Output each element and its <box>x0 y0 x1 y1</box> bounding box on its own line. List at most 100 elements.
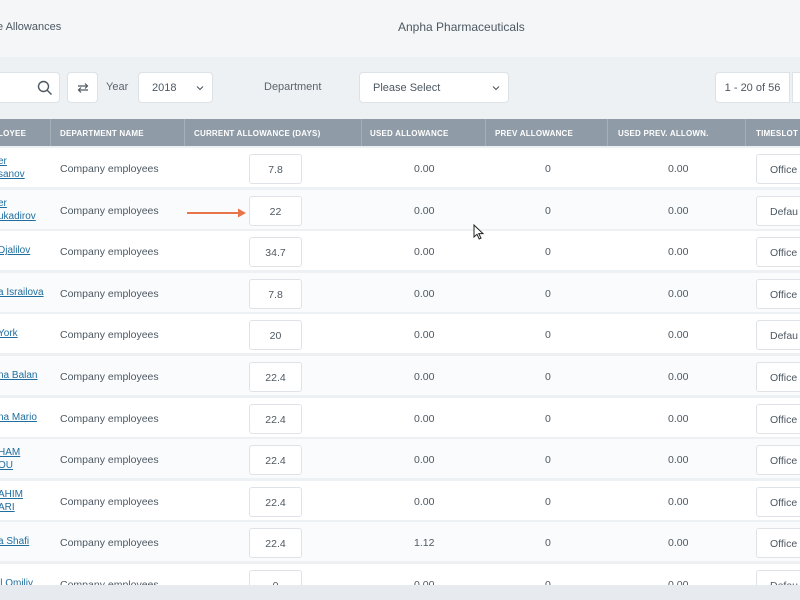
employee-name-link[interactable]: na Balan <box>0 369 37 382</box>
used-prev-allowance-cell: 0.00 <box>668 163 689 175</box>
prev-allowance-cell: 0 <box>545 246 551 259</box>
employee-name-link[interactable]: a Israilova <box>0 286 44 299</box>
timeslot-select[interactable]: Office <box>756 403 800 434</box>
timeslot-select[interactable]: Office <box>756 237 800 268</box>
table-row: York Company employees 20 0.00 0 0.00 Defau <box>0 314 800 354</box>
used-allowance-cell: 0.00 <box>414 204 435 217</box>
current-allowance-input[interactable]: 20 <box>249 320 302 351</box>
table-row: na Balan Company employees 22.4 0.00 0 0.00 Of… <box>0 356 800 395</box>
used-prev-allowance-cell: 0.00 <box>668 371 689 383</box>
column-divider <box>745 119 746 146</box>
table-row: a Shafi Company employees 22.4 1.12 0 0.00 Off… <box>0 522 800 562</box>
department-placeholder: Please Select <box>373 82 441 94</box>
current-allowance-input[interactable]: 22.4 <box>249 445 302 476</box>
refresh-button[interactable] <box>67 72 98 103</box>
employee-name-link[interactable]: AHIM <box>0 488 23 501</box>
used-prev-allowance-cell: 0.00 <box>668 204 689 217</box>
table-header: LOYEE DEPARTMENT NAME CURRENT ALLOWANCE … <box>0 119 800 146</box>
employee-name-link[interactable]: er <box>0 155 7 168</box>
employee-name-link[interactable]: il Omiliy <box>0 577 33 585</box>
current-allowance-input[interactable]: 22.4 <box>249 362 302 392</box>
used-allowance-cell: 0.00 <box>414 287 435 300</box>
department-label: Department <box>264 81 322 93</box>
col-used-prev[interactable]: USED PREV. ALLOWN. <box>618 119 709 146</box>
prev-allowance-cell: 0 <box>545 412 551 425</box>
prev-allowance-cell: 0 <box>545 163 551 175</box>
prev-allowance-cell: 0 <box>545 371 551 383</box>
used-prev-allowance-cell: 0.00 <box>668 246 689 259</box>
chevron-down-icon <box>492 86 500 91</box>
department-cell: Company employees <box>60 287 159 300</box>
pagination-next-button[interactable] <box>792 72 800 103</box>
col-used-allowance[interactable]: USED ALLOWANCE <box>370 119 449 146</box>
timeslot-select[interactable]: Office <box>756 154 800 184</box>
employee-name-link[interactable]: ukadirov <box>0 210 36 223</box>
year-value: 2018 <box>152 82 177 94</box>
employee-name-link[interactable]: sanov <box>0 168 25 181</box>
bottom-strip <box>0 585 800 600</box>
department-cell: Company employees <box>60 454 159 467</box>
used-prev-allowance-cell: 0.00 <box>668 287 689 300</box>
top-bar: e Allowances Anpha Pharmaceuticals <box>0 0 800 57</box>
current-allowance-input[interactable]: 22.4 <box>249 403 302 434</box>
department-cell: Company employees <box>60 204 159 217</box>
timeslot-select[interactable]: Office <box>756 486 800 517</box>
year-select[interactable]: 2018 <box>138 72 213 103</box>
table-row: Djalilov Company employees 34.7 0.00 0 0.00 Of… <box>0 231 800 271</box>
page-title: e Allowances <box>0 21 62 33</box>
current-allowance-input[interactable]: 7.8 <box>249 154 302 184</box>
table-row: na Mario Company employees 22.4 0.00 0 0.00 Of… <box>0 397 800 437</box>
department-cell: Company employees <box>60 163 159 175</box>
col-current-allowance[interactable]: CURRENT ALLOWANCE (DAYS) <box>194 119 320 146</box>
used-prev-allowance-cell: 0.00 <box>668 412 689 425</box>
timeslot-select[interactable]: Office <box>756 278 800 309</box>
current-allowance-input[interactable]: 0 <box>249 570 302 585</box>
pagination-info: 1 - 20 of 56 <box>715 72 790 103</box>
department-select[interactable]: Please Select <box>359 72 509 103</box>
employee-name-link[interactable]: Djalilov <box>0 244 30 257</box>
timeslot-select[interactable]: Office <box>756 362 800 392</box>
employee-name-link[interactable]: HAM <box>0 446 20 459</box>
current-allowance-input[interactable]: 22.4 <box>249 486 302 517</box>
employee-name-link[interactable]: ARI <box>0 501 15 514</box>
used-prev-allowance-cell: 0.00 <box>668 537 689 550</box>
timeslot-select[interactable]: Defau <box>756 570 800 585</box>
department-cell: Company employees <box>60 329 159 342</box>
prev-allowance-cell: 0 <box>545 329 551 342</box>
timeslot-select[interactable]: Defau <box>756 195 800 226</box>
current-allowance-input[interactable]: 7.8 <box>249 278 302 309</box>
timeslot-select[interactable]: Office <box>756 528 800 559</box>
employee-name-link[interactable]: a Shafi <box>0 535 29 548</box>
company-name: Anpha Pharmaceuticals <box>398 20 525 34</box>
timeslot-select[interactable]: Defau <box>756 320 800 351</box>
table-row: AHIM ARI Company employees 22.4 0.00 0 0.00 Off… <box>0 480 800 520</box>
department-cell: Company employees <box>60 371 159 383</box>
year-label: Year <box>106 81 129 93</box>
column-divider <box>485 119 486 146</box>
used-allowance-cell: 0.00 <box>414 454 435 467</box>
employee-name-link[interactable]: York <box>0 327 18 340</box>
employee-name-link[interactable]: na Mario <box>0 411 37 424</box>
column-divider <box>50 119 51 146</box>
used-prev-allowance-cell: 0.00 <box>668 495 689 508</box>
mouse-cursor-icon <box>473 224 485 240</box>
col-employee[interactable]: LOYEE <box>0 119 26 146</box>
used-allowance-cell: 0.00 <box>414 163 435 175</box>
timeslot-select[interactable]: Office <box>756 445 800 476</box>
current-allowance-input[interactable]: 34.7 <box>249 237 302 268</box>
current-allowance-input[interactable]: 22 <box>249 195 302 226</box>
used-allowance-cell: 0.00 <box>414 495 435 508</box>
table-body: er sanov Company employees 7.8 0.00 0 0.00 Offi… <box>0 148 800 585</box>
employee-name-link[interactable]: OU <box>0 459 13 472</box>
col-prev-allowance[interactable]: PREV ALLOWANCE <box>495 119 573 146</box>
employee-name-link[interactable]: er <box>0 197 7 210</box>
col-timeslot[interactable]: TIMESLOT <box>756 119 798 146</box>
current-allowance-input[interactable]: 22.4 <box>249 528 302 559</box>
column-divider <box>607 119 608 146</box>
search-icon[interactable] <box>37 80 53 96</box>
table-row: HAM OU Company employees 22.4 0.00 0 0.00 Offic… <box>0 439 800 479</box>
col-department[interactable]: DEPARTMENT NAME <box>60 119 144 146</box>
arrow-annotation-icon <box>187 208 246 218</box>
table-row: a Israilova Company employees 7.8 0.00 0 0.00… <box>0 272 800 312</box>
prev-allowance-cell: 0 <box>545 537 551 550</box>
